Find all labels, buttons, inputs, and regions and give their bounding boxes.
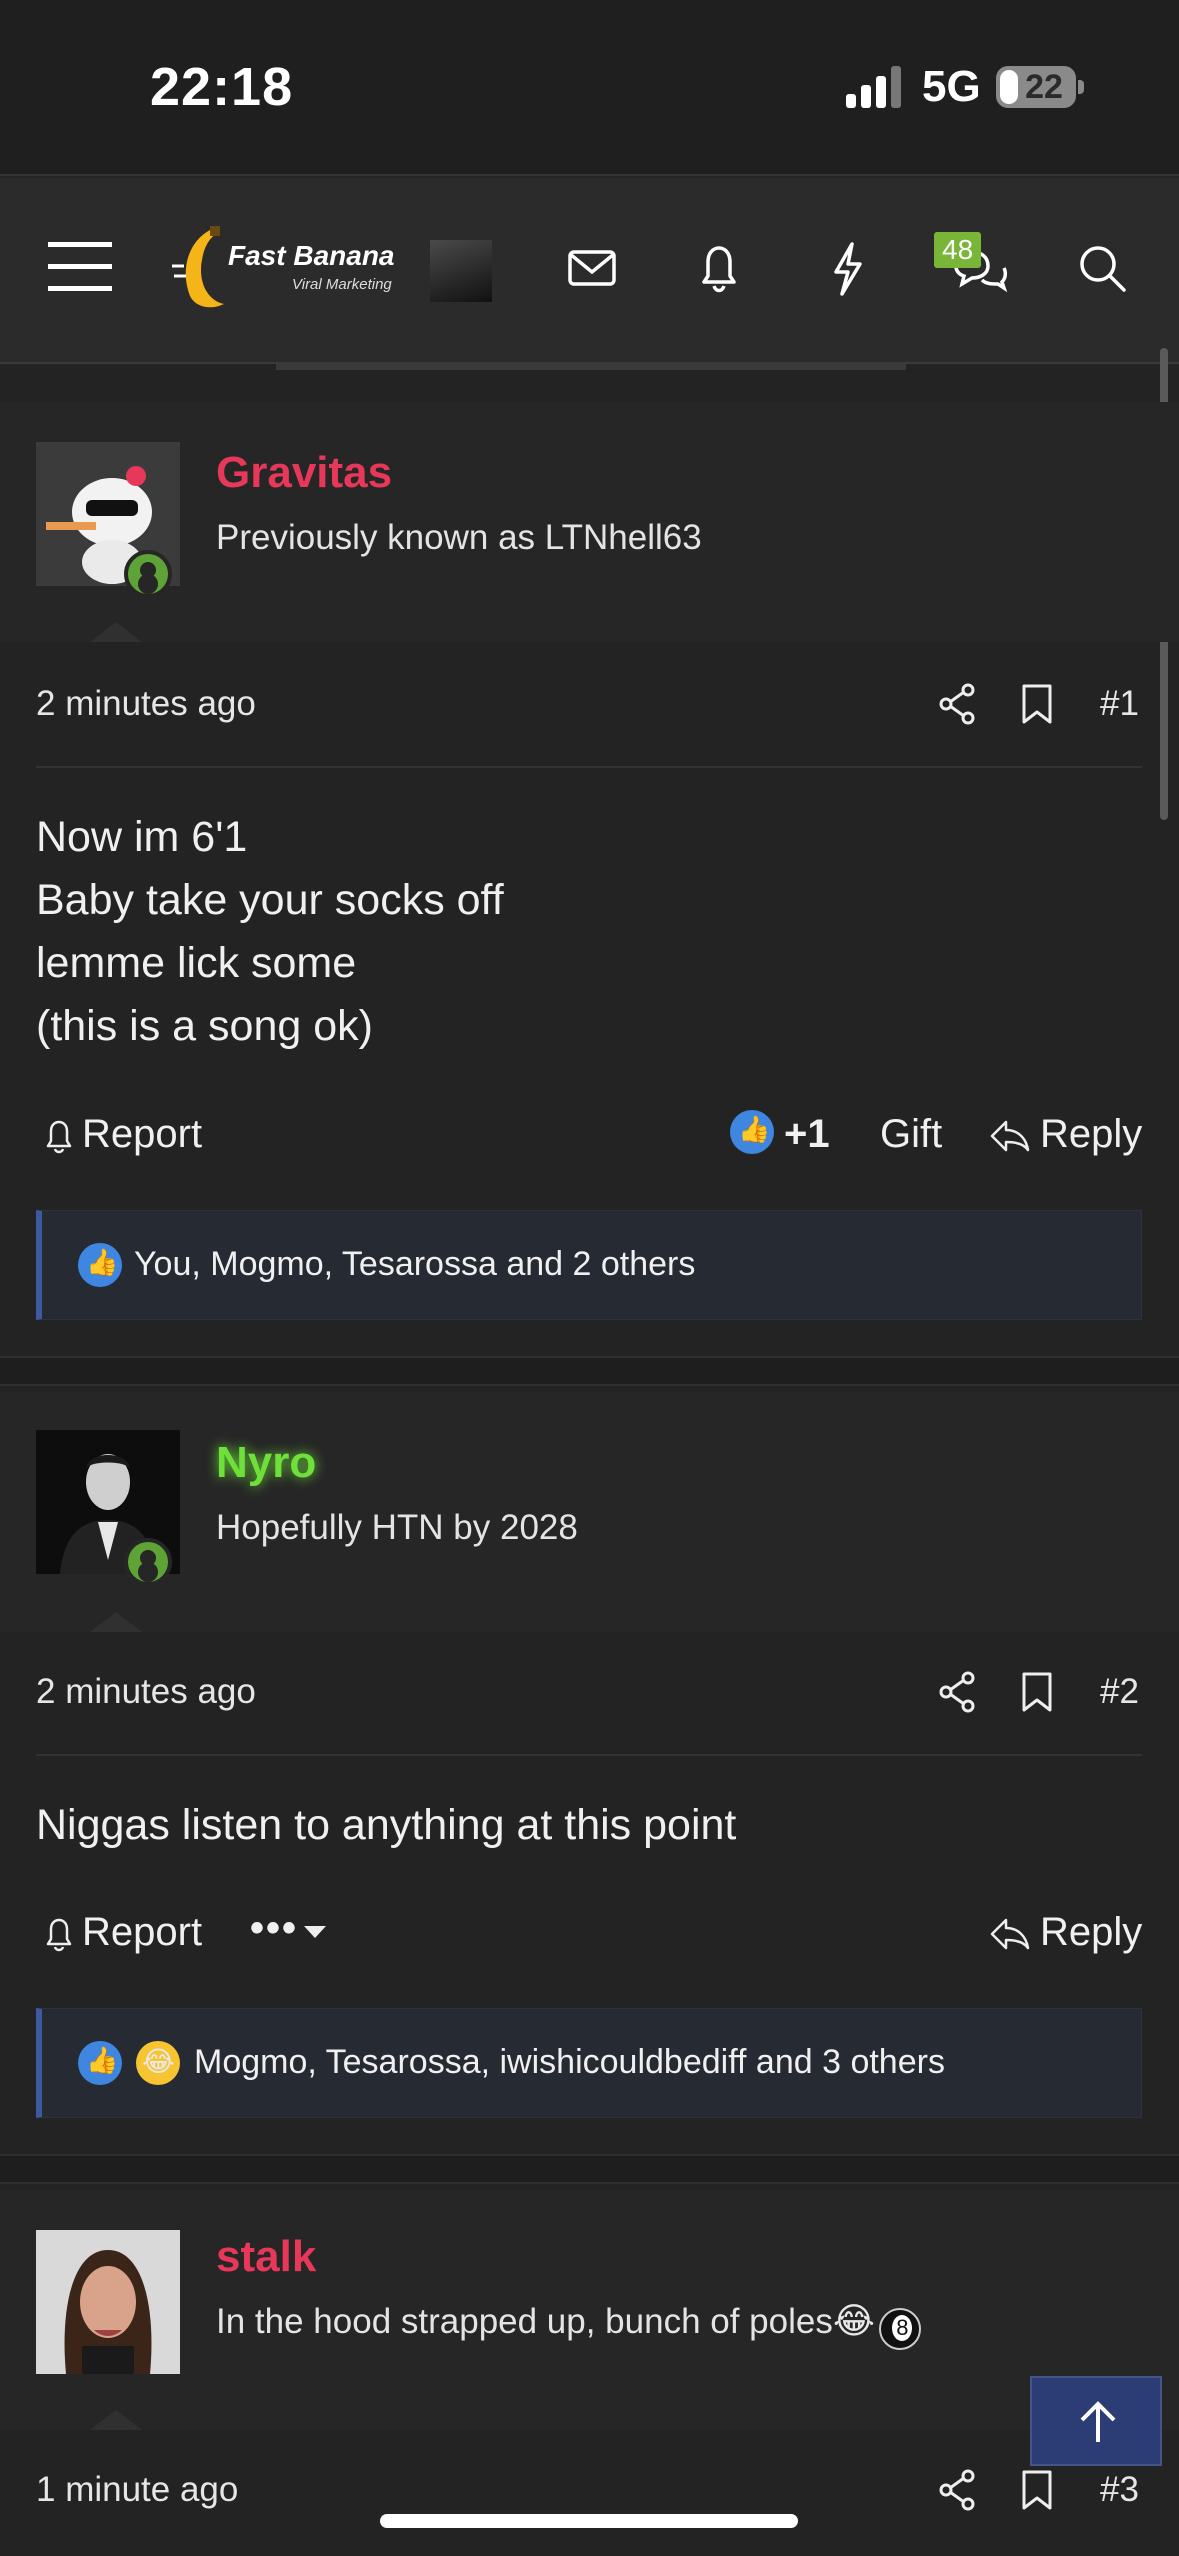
arrow-up-icon <box>1080 2401 1116 2442</box>
8-ball-icon <box>879 2307 922 2350</box>
laughing-emoji-icon <box>136 2041 180 2085</box>
reactions-bar[interactable]: Mogmo, Tesarossa, iwishicouldbediff and … <box>36 2008 1142 2118</box>
user-title: Previously known as LTNhell63 <box>216 518 702 557</box>
status-time: 22:18 <box>150 57 294 117</box>
mail-icon[interactable] <box>546 222 636 312</box>
network-label: 5G <box>922 62 981 111</box>
home-indicator[interactable] <box>380 2514 798 2528</box>
post-author-block: stalk In the hood strapped up, bunch of … <box>0 2190 1179 2430</box>
divider <box>36 766 1142 768</box>
gift-button[interactable]: Gift <box>880 1112 942 1157</box>
bell-icon <box>46 1120 72 1154</box>
post-meta: 2 minutes ago #2 <box>0 1634 1179 1754</box>
online-status-icon <box>124 1538 172 1586</box>
post-number[interactable]: #1 <box>1100 684 1139 724</box>
post-time[interactable]: 2 minutes ago <box>36 1672 256 1712</box>
post-body-line: Now im 6'1 <box>36 813 248 861</box>
reply-label: Reply <box>1040 1910 1143 1954</box>
avatar[interactable] <box>36 2230 180 2374</box>
post-meta: 2 minutes ago #1 <box>0 646 1179 766</box>
avatar-image <box>36 2230 180 2374</box>
logo-subtitle: Viral Marketing <box>292 276 392 293</box>
post-number[interactable]: #3 <box>1100 2470 1139 2510</box>
username[interactable]: Gravitas <box>216 448 392 498</box>
lightning-icon[interactable] <box>802 222 892 312</box>
search-icon[interactable] <box>1056 222 1146 312</box>
post-body-line: lemme lick some <box>36 939 357 987</box>
bell-icon[interactable] <box>674 222 764 312</box>
reply-icon <box>990 1120 1030 1152</box>
post-time[interactable]: 1 minute ago <box>36 2470 238 2510</box>
post-body-line: (this is a song ok) <box>36 1002 373 1050</box>
more-options-label: ••• <box>250 1906 299 1950</box>
laughing-emoji-icon: 😂 <box>832 2300 875 2341</box>
signal-icon <box>846 66 901 108</box>
bookmark-icon[interactable] <box>1020 682 1054 726</box>
post-body-line: Niggas listen to anything at this point <box>36 1801 737 1849</box>
post-separator <box>0 2154 1179 2184</box>
post-author-block: Gravitas Previously known as LTNhell63 <box>0 402 1179 642</box>
status-bar: 22:18 5G 22 <box>0 0 1179 176</box>
user-title-row: In the hood strapped up, bunch of poles😂 <box>216 2300 922 2350</box>
post-body-line: Baby take your socks off <box>36 876 504 924</box>
reactions-list[interactable]: You, Mogmo, Tesarossa and 2 others <box>134 1245 695 1284</box>
menu-icon[interactable] <box>36 222 126 312</box>
username[interactable]: stalk <box>216 2232 316 2282</box>
user-title: In the hood strapped up, bunch of poles <box>216 2302 833 2341</box>
reactions-list[interactable]: Mogmo, Tesarossa, iwishicouldbediff and … <box>194 2043 945 2082</box>
author-pointer <box>90 622 142 642</box>
username[interactable]: Nyro <box>216 1438 316 1488</box>
post-author-block: Nyro Hopefully HTN by 2028 <box>0 1392 1179 1632</box>
post-number[interactable]: #2 <box>1100 1672 1139 1712</box>
like-icon <box>78 2041 122 2085</box>
author-pointer <box>90 2410 142 2430</box>
reaction-count[interactable]: +1 <box>784 1112 830 1157</box>
reply-icon <box>990 1918 1030 1950</box>
battery-level: 22 <box>1025 68 1063 106</box>
site-logo[interactable]: Fast Banana Viral Marketing <box>172 226 395 312</box>
battery-icon: 22 <box>996 66 1076 108</box>
reactions-bar[interactable]: You, Mogmo, Tesarossa and 2 others <box>36 1210 1142 1320</box>
share-icon[interactable] <box>938 1670 978 1714</box>
post-meta: 1 minute ago #3 <box>0 2432 1179 2552</box>
like-icon[interactable] <box>730 1110 774 1154</box>
reply-label: Reply <box>1040 1112 1143 1156</box>
divider <box>36 1754 1142 1756</box>
bell-icon <box>46 1918 72 1952</box>
report-label: Report <box>82 1910 203 1954</box>
post-body: Niggas listen to anything at this point <box>36 1794 1136 1857</box>
post-separator <box>0 1356 1179 1386</box>
post-time[interactable]: 2 minutes ago <box>36 684 256 724</box>
share-icon[interactable] <box>938 2468 978 2512</box>
share-icon[interactable] <box>938 682 978 726</box>
bookmark-icon[interactable] <box>1020 2468 1054 2512</box>
battery-nub <box>1078 80 1084 94</box>
logo-title: Fast Banana <box>228 240 395 271</box>
conversations-badge: 48 <box>934 232 982 268</box>
online-status-icon <box>124 550 172 598</box>
report-label: Report <box>82 1112 203 1156</box>
header-tab-strip <box>276 364 906 370</box>
bookmark-icon[interactable] <box>1020 1670 1054 1714</box>
like-icon <box>78 1243 122 1287</box>
app-header: Fast Banana Viral Marketing 48 <box>0 178 1179 364</box>
author-pointer <box>90 1612 142 1632</box>
user-title: Hopefully HTN by 2028 <box>216 1508 578 1547</box>
post-body: Now im 6'1 Baby take your socks off lemm… <box>36 806 1136 1058</box>
scroll-to-top-button[interactable] <box>1030 2376 1162 2466</box>
chevron-down-icon <box>304 1926 326 1938</box>
user-avatar[interactable] <box>430 240 492 302</box>
